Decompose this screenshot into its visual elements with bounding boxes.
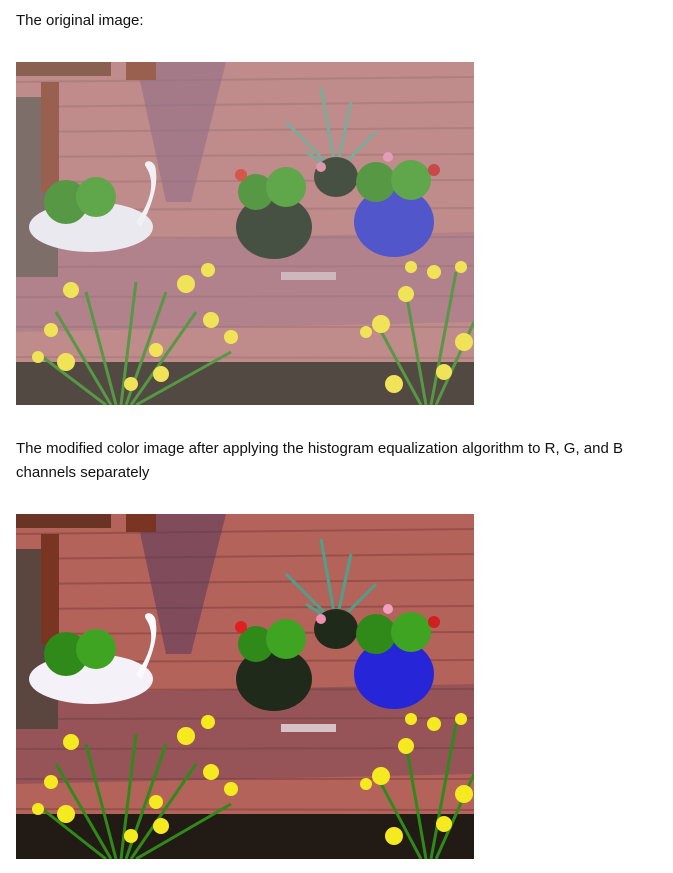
- original-image: [16, 62, 474, 405]
- original-image-caption: The original image:: [16, 12, 144, 29]
- modified-image: [16, 514, 474, 859]
- modified-image-caption: The modified color image after applying …: [16, 440, 623, 481]
